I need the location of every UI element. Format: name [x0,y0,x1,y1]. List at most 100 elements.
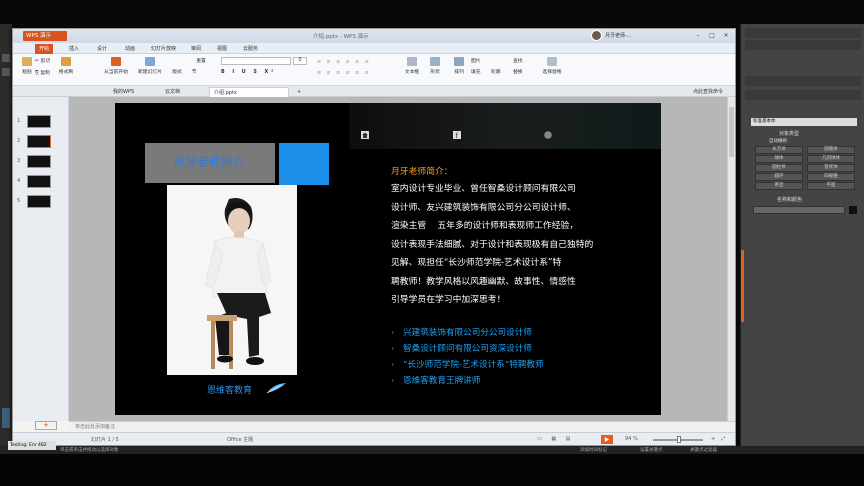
primitive-button[interactable]: 平面 [807,182,855,190]
primitive-button[interactable]: 圆锥体 [807,146,855,154]
tool-icon[interactable] [2,54,10,62]
add-slide-button[interactable]: + [35,421,57,430]
zoom-in-icon[interactable]: + [711,436,715,442]
thumbnail-number: 2 [17,138,21,144]
auto-grid-label[interactable]: 自动栅格 [769,138,787,144]
arrange-button[interactable]: 排列 [449,57,469,75]
object-color-swatch[interactable] [849,206,857,214]
picture-button[interactable]: 图片 [471,57,491,64]
primitive-button[interactable]: 长方体 [755,146,803,154]
scroll-thumb[interactable] [729,107,734,157]
key-filter-button[interactable]: 关键点过滤器 [690,447,717,453]
notes-area[interactable]: 单击此处添加备注 [69,421,735,431]
brush-icon [61,57,71,66]
home-icon [361,131,369,139]
primitive-button[interactable]: 四棱锥 [807,173,855,181]
tab-menu[interactable]: 审阅 [187,44,205,54]
intro-body: 室内设计专业毕业、曾任智桑设计顾问有限公司 设计师、友兴建筑装饰有限公司分公司设… [391,180,627,310]
chevron-right-icon: › [391,376,395,385]
viewport-icon[interactable] [2,408,10,428]
primitive-button[interactable]: 几何球体 [807,155,855,163]
slide-thumbnail[interactable] [27,135,51,148]
tool-icon[interactable] [2,68,10,76]
fit-window-icon[interactable]: ⤢ [721,436,725,442]
user-name[interactable]: 月牙老师-... [605,32,632,39]
new-slide-button[interactable]: 新建幻灯片 [135,57,165,75]
list-item: › 智桑设计顾问有限公司资深设计师 [391,341,651,357]
vertical-scrollbar[interactable] [727,97,735,421]
ribbon-toolbar: 粘贴 ✂ 剪切 ⎘ 复制 格式刷 从当前开始 新建幻灯片 版式 节 重置 0 B… [13,54,735,86]
find-button[interactable]: 查找 [513,57,533,64]
section-button[interactable]: 节 [189,68,199,75]
intro-line: 设计师、友兴建筑装饰有限公司分公司设计师、 [391,202,576,213]
command-panel-subtabs[interactable] [745,90,861,100]
viewport-nav-controls[interactable] [801,424,861,448]
font-name-select[interactable] [221,57,291,65]
tab-menu[interactable]: 视图 [213,44,231,54]
command-search[interactable]: 点此查找命令 [689,87,727,97]
command-panel-tabs[interactable] [745,76,861,86]
object-name-input[interactable] [753,206,845,214]
script-listener[interactable]: Texting: Enr 482 [8,441,56,450]
format-painter-button[interactable]: 格式刷 [57,57,75,75]
slide-thumbnail[interactable] [27,175,51,188]
select-pane-button[interactable]: 选择窗格 [539,57,565,75]
slide-thumbnail[interactable] [27,155,51,168]
feather-icon [266,383,286,394]
tab-menu[interactable]: 动画 [121,44,139,54]
maximize-icon[interactable]: □ [707,31,717,40]
replace-button[interactable]: 替换 [513,68,533,75]
set-key-button[interactable]: 设置关键点 [640,447,663,453]
align-buttons[interactable]: ≡ ≡ ≡ ≡ ≡ ≡ [317,71,397,76]
zoom-slider-handle[interactable] [677,436,681,443]
list-item: › 兴建筑装饰有限公司分公司设计师 [391,325,651,341]
primitive-button[interactable]: 圆环 [755,173,803,181]
primitive-button[interactable]: 球体 [755,155,803,163]
desktop-bottom [0,452,864,486]
reset-button[interactable]: 重置 [193,57,209,64]
outline-button[interactable]: 轮廓 [491,68,511,75]
desktop-left-toolbar [0,24,12,454]
avatar[interactable] [591,30,602,41]
view-mode-buttons[interactable]: ▭ ▦ ▤ [537,436,574,442]
layout-button[interactable]: 版式 [169,68,185,75]
slide-thumbnail[interactable] [27,115,51,128]
photo-caption: 恩维客教育 [207,386,253,396]
font-size-select[interactable]: 0 [293,57,307,65]
intro-line: 聘教师！教学风格以风趣幽默、故事性、情感性 [391,276,576,287]
slide-thumbnail[interactable] [27,195,51,208]
chevron-right-icon: › [391,344,395,353]
screen: 标准基本体 对象类型 自动栅格 长方体 圆锥体 球体 几何球体 圆柱体 管状体 圆环 四棱锥茶… [0,0,864,486]
slide[interactable]: f 月牙老师简介 恩维客教育 月牙老师简介： 室内设计专业毕业、曾任智桑设计顾问… [115,103,661,415]
primitive-button[interactable]: 茶壶 [755,182,803,190]
text-style-buttons[interactable]: B I U S X² [221,70,311,75]
tab-menu[interactable]: 幻灯片放映 [147,44,180,54]
paste-button[interactable]: 粘贴 [19,57,35,75]
app-menu-button[interactable]: WPS 演示 [23,31,67,41]
title-bar: WPS 演示 介绍.pptx - WPS 演示 月牙老师-... – □ ✕ [13,29,735,43]
tab-menu[interactable]: 插入 [65,44,83,54]
close-icon[interactable]: ✕ [721,31,731,40]
shape-button[interactable]: 形状 [425,57,445,75]
tab-menu[interactable]: 云服务 [239,44,262,54]
cut-button[interactable]: ✂ 剪切 [35,57,55,64]
primitive-button[interactable]: 圆柱体 [755,164,803,172]
new-tab-button[interactable]: + [293,87,305,97]
from-current-button[interactable]: 从当前开始 [99,57,133,75]
menu-tabs: 开始 插入 设计 动画 幻灯片放映 审阅 视图 云服务 [13,43,735,54]
primitive-button[interactable]: 管状体 [807,164,855,172]
tab-my-wps[interactable]: 我的WPS [109,87,138,97]
shape-icon [430,57,440,66]
minimize-icon[interactable]: – [693,31,703,40]
tab-menu[interactable]: 开始 [35,44,54,54]
paragraph-buttons[interactable]: ≡ ≡ ≡ ≡ ≡ ≡ [317,60,397,65]
tab-menu[interactable]: 设计 [93,44,111,54]
add-time-tag[interactable]: 添加时间标记 [580,447,607,453]
textbox-button[interactable]: 文本框 [401,57,423,75]
tab-current-document[interactable]: 介绍.pptx [209,87,289,97]
copy-button[interactable]: ⎘ 复制 [35,69,55,76]
tab-cloud-docs[interactable]: 云文档 [161,87,184,97]
fill-button[interactable]: 填充 [471,68,491,75]
slideshow-play-button[interactable]: ▶ [601,435,613,444]
primitive-type-select[interactable]: 标准基本体 [751,118,857,126]
